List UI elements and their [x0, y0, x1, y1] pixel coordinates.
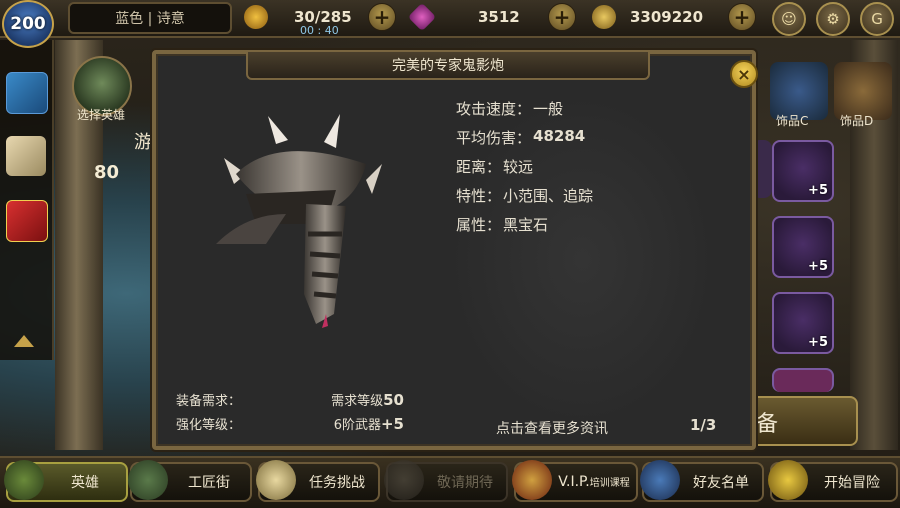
gift-icon[interactable] [6, 200, 48, 242]
adventure-icon [768, 460, 808, 500]
inventory-item[interactable] [772, 368, 834, 392]
accessory-d-label: 饰品D [840, 114, 874, 128]
craftsman-icon [128, 460, 168, 500]
inventory-item[interactable]: +5 [772, 140, 834, 202]
add-gems-button[interactable]: + [548, 3, 576, 31]
gems-value: 3512 [478, 8, 520, 26]
tab-label: 开始冒险 [824, 475, 880, 491]
item-stats: 攻击速度： 一般 平均伤害： 48284 距离： 较远 特性： 小范围、追踪 属性： 黑宝… [456, 98, 593, 243]
gems-display: 3512 [407, 2, 520, 32]
item-enhance-badge: +5 [808, 335, 828, 350]
tab-hero[interactable]: 英雄 [4, 460, 128, 502]
help-book-icon[interactable] [6, 72, 48, 114]
add-gold-button[interactable]: + [728, 3, 756, 31]
enhance-value: 6阶武器+5 [333, 415, 404, 433]
stamina-timer: 00 : 40 [300, 24, 339, 37]
enhance-level-row: 强化等级： 6阶武器+5 [176, 414, 404, 433]
equip-button-label: 备 [756, 412, 779, 437]
settings-gear-icon[interactable]: ⚙ [816, 2, 850, 36]
tab-craftsman-street[interactable]: 工匠街 [128, 460, 252, 502]
player-level-badge[interactable]: 200 [2, 0, 54, 48]
castle-icon [384, 460, 424, 500]
stat-label: 距离： [456, 158, 502, 176]
page-indicator: 1/3 [690, 416, 717, 434]
stat-value: 一般 [533, 100, 564, 118]
tab-label: 工匠街 [188, 475, 230, 491]
item-enhance-badge: +5 [808, 183, 828, 198]
item-enhance-badge: +5 [808, 259, 828, 274]
guild-icon[interactable]: G [860, 2, 894, 36]
player-name-box[interactable]: 蓝色 | 诗意 [68, 2, 232, 34]
hero-count: 80 [94, 162, 120, 183]
stat-value: 黑宝石 [503, 216, 549, 234]
stat-label: 攻击速度： [456, 100, 532, 118]
vip-shield-icon [512, 460, 552, 500]
tab-label: 英雄 [71, 475, 99, 491]
stat-value: 较远 [503, 158, 534, 176]
gem-icon [407, 2, 437, 32]
inventory-item[interactable]: +5 [772, 292, 834, 354]
item-detail-modal: 完美的专家鬼影炮 × 攻击速度： 一般 平均伤害： 48284 距离： 较远 特… [152, 50, 758, 450]
stat-label: 属性： [456, 216, 502, 234]
equip-button[interactable]: 备 [744, 396, 858, 446]
equip-req-label: 装备需求： [176, 394, 242, 409]
ghost-cannon-weapon-image [216, 114, 382, 328]
tab-friends-list[interactable]: 好友名单 [640, 460, 764, 502]
gold-value: 3309220 [630, 8, 704, 26]
stat-label: 特性： [456, 187, 502, 205]
equip-req-value: 需求等级50 [331, 391, 404, 409]
tab-label: 好友名单 [693, 475, 749, 491]
stat-label: 平均伤害： [456, 129, 532, 147]
stat-value: 小范围、追踪 [503, 187, 594, 205]
scroll-icon[interactable] [6, 136, 46, 176]
hero-icon [4, 460, 44, 500]
stat-attack-speed: 攻击速度： 一般 [456, 98, 593, 127]
tab-label: V.I.P.培训课程 [558, 474, 630, 490]
sidebar-collapse-arrow-icon[interactable] [14, 335, 34, 347]
add-stamina-button[interactable]: + [368, 3, 396, 31]
gold-icon [592, 5, 616, 29]
hero-select-label: 选择英雄 [76, 108, 125, 122]
tab-label: 敬请期待 [437, 475, 493, 491]
character-menu-icon[interactable]: ☺ [772, 2, 806, 36]
tab-vip-training[interactable]: V.I.P.培训课程 [512, 460, 638, 502]
enhance-label: 强化等级： [176, 418, 242, 433]
close-icon[interactable]: × [730, 60, 758, 88]
stamina-icon [244, 5, 268, 29]
equip-requirement-row: 装备需求： 需求等级50 [176, 390, 404, 409]
tab-coming-soon[interactable]: 敬请期待 [384, 460, 508, 502]
tab-label: 任务挑战 [309, 475, 365, 491]
stat-range: 距离： 较远 [456, 156, 593, 185]
inventory-item[interactable]: +5 [772, 216, 834, 278]
stat-value: 48284 [533, 127, 586, 145]
stat-traits: 特性： 小范围、追踪 [456, 185, 593, 214]
friend-wizard-icon [640, 460, 680, 500]
tab-start-adventure[interactable]: 开始冒险 [768, 460, 898, 502]
quest-skull-icon [256, 460, 296, 500]
stat-average-damage: 平均伤害： 48284 [456, 127, 593, 156]
accessory-c-label: 饰品C [776, 114, 809, 128]
stat-attribute: 属性： 黑宝石 [456, 214, 593, 243]
modal-title: 完美的专家鬼影炮 [246, 50, 650, 80]
gold-display: 3309220 [592, 4, 703, 30]
tab-quest-challenge[interactable]: 任务挑战 [256, 460, 380, 502]
more-info-link[interactable]: 点击查看更多资讯 [496, 418, 608, 438]
hero-partial-label: 游 [134, 132, 152, 153]
